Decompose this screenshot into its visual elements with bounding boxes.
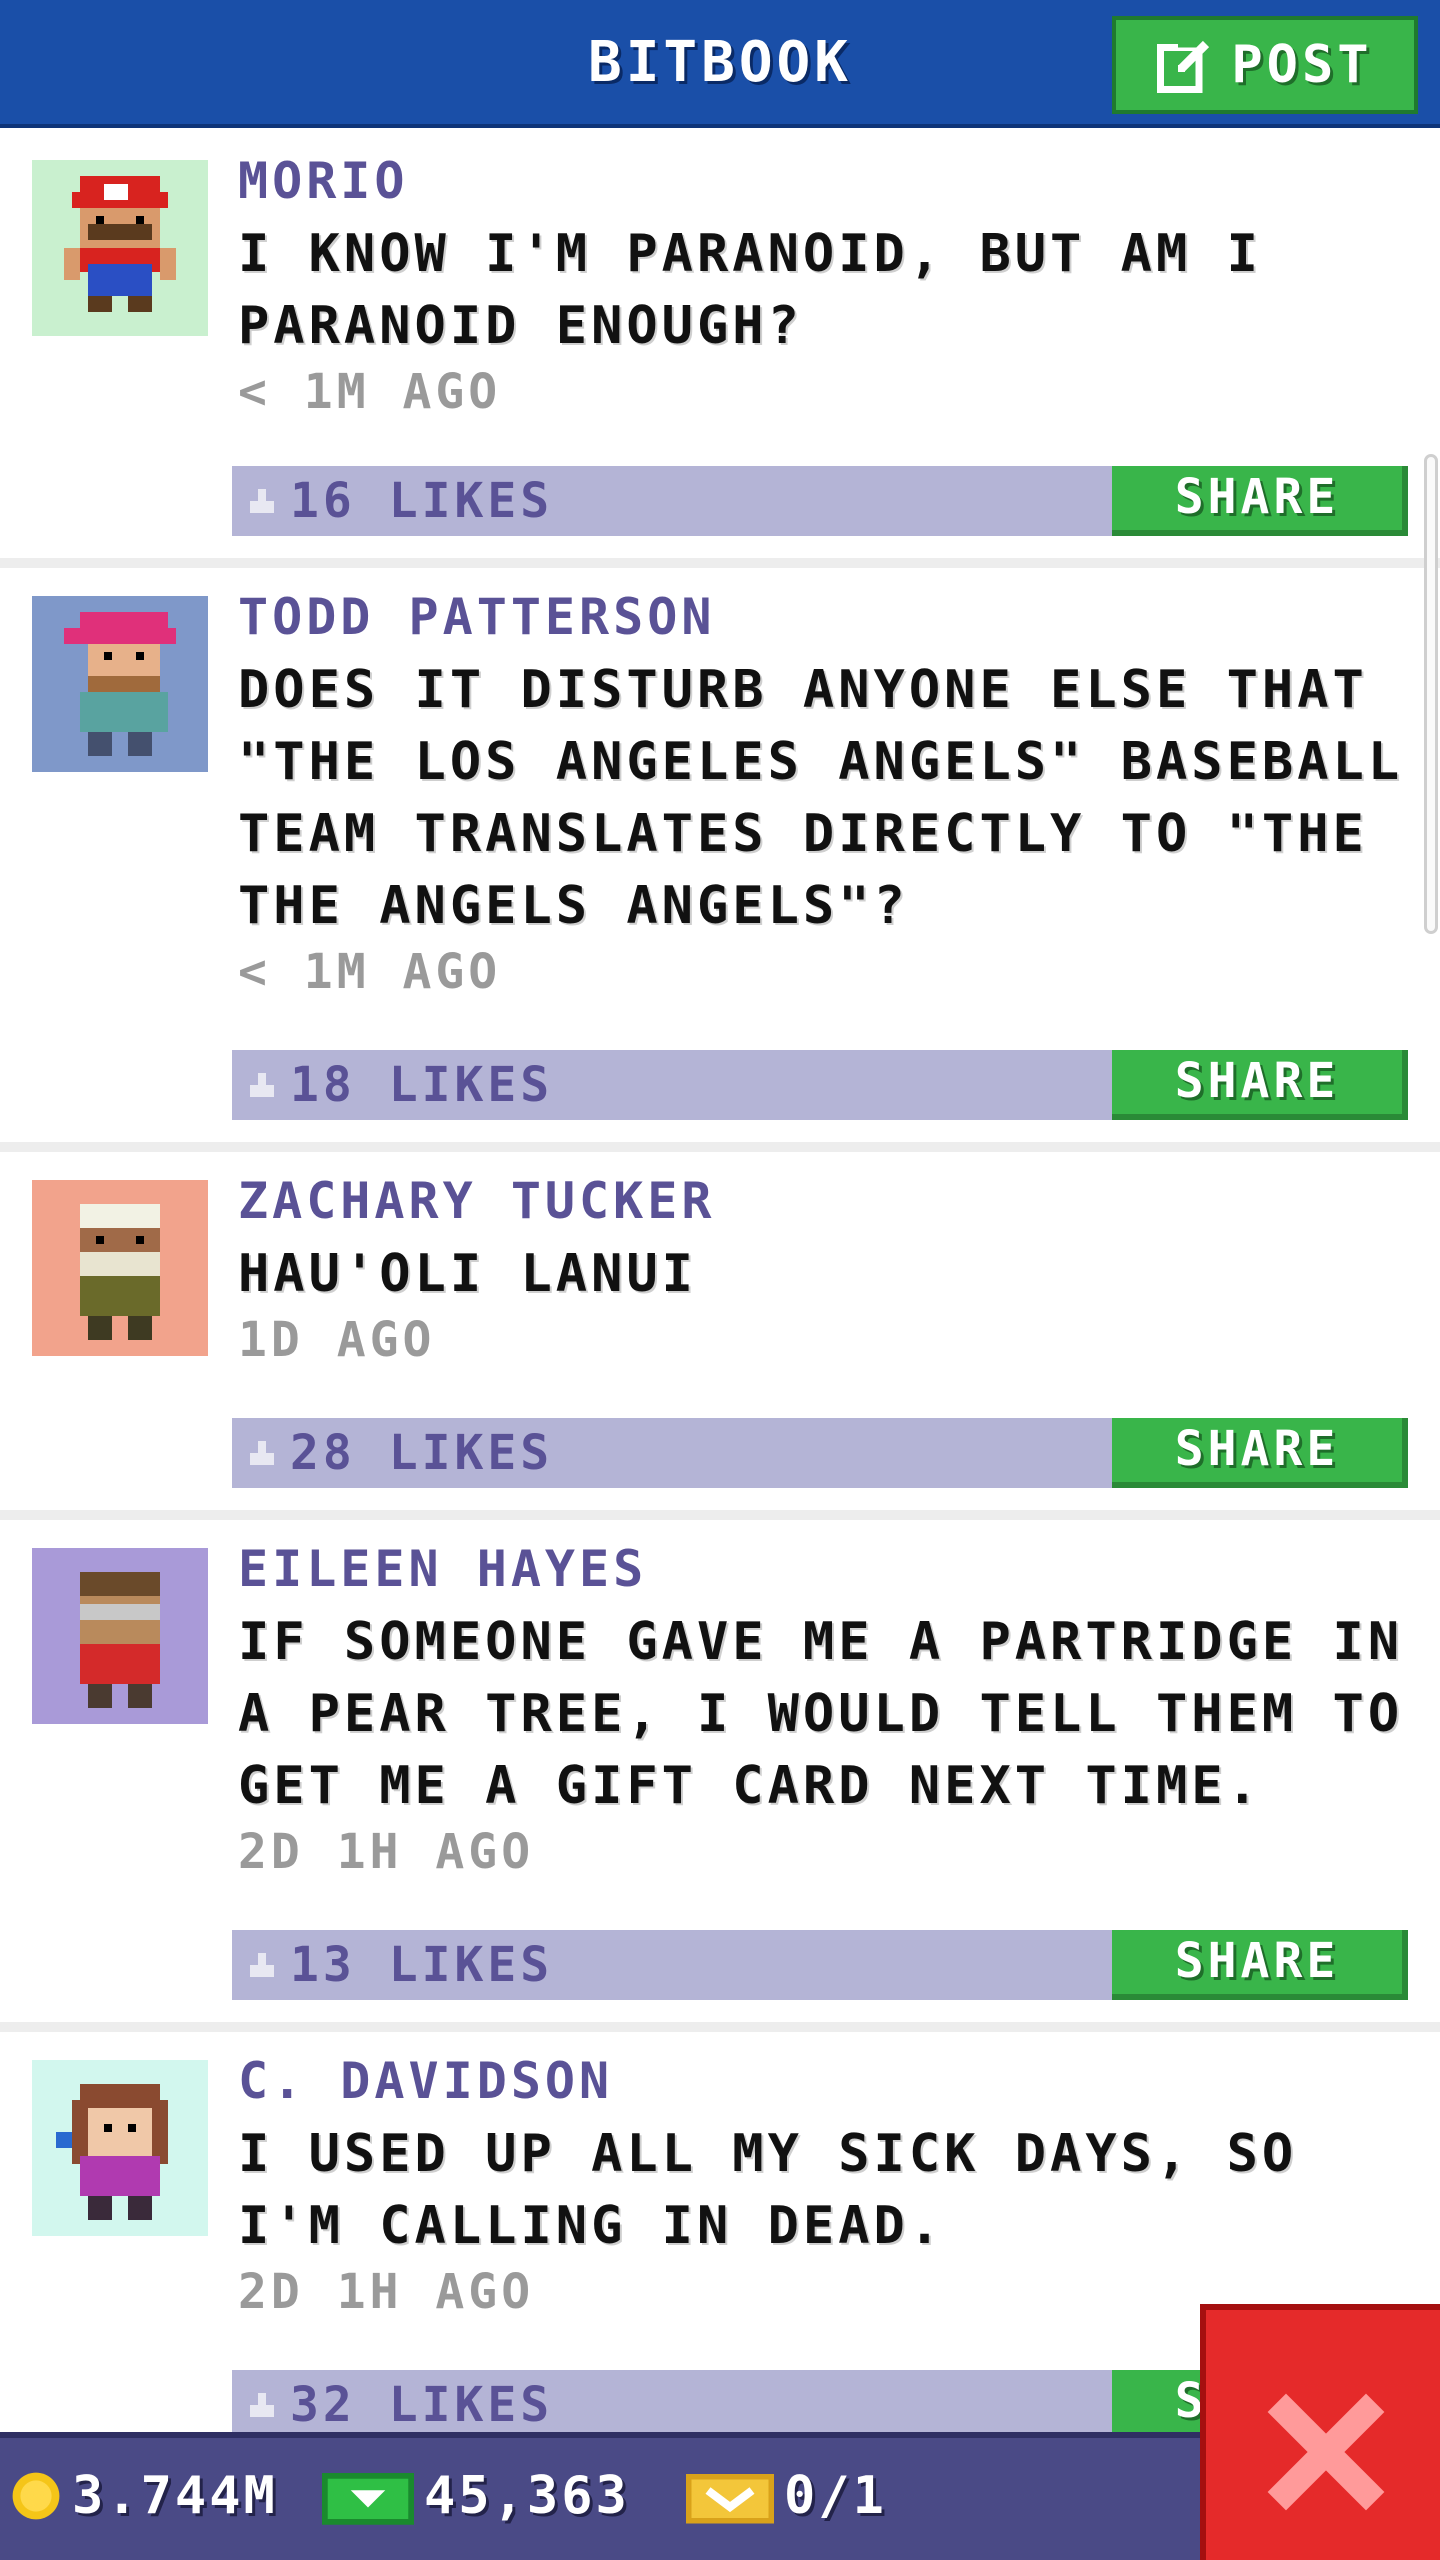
avatar[interactable] [32,1548,208,1724]
likes-bar: 18 LIKES SHARE [232,1050,1408,1120]
post-author[interactable]: C. DAVIDSON [238,2052,613,2110]
likes-count: 13 LIKES [290,1937,554,1993]
like-icon [250,1073,274,1097]
feed-post: MORIO I KNOW I'M PARANOID, BUT AM I PARA… [0,132,1440,568]
coin-icon [12,2472,60,2520]
tickets-value: 0/1 [784,2466,887,2526]
likes-bar: 28 LIKES SHARE [232,1418,1408,1488]
like-button[interactable]: 16 LIKES [246,472,553,530]
like-icon [250,1441,274,1465]
post-author[interactable]: ZACHARY TUCKER [238,1172,715,1230]
share-button[interactable]: SHARE [1112,1418,1408,1488]
post-time: 2D 1H AGO [238,1824,535,1880]
like-icon [250,489,274,513]
scrollbar[interactable] [1424,454,1438,934]
feed-list[interactable]: MORIO I KNOW I'M PARANOID, BUT AM I PARA… [0,132,1440,2432]
likes-count: 32 LIKES [290,2377,554,2432]
avatar[interactable] [32,2060,208,2236]
likes-bar: 13 LIKES SHARE [232,1930,1408,2000]
likes-bar: 16 LIKES SHARE [232,466,1408,536]
post-text: IF SOMEONE GAVE ME A PARTRIDGE IN A PEAR… [238,1612,1404,1816]
close-icon [1267,2393,1385,2511]
coins-stat: 3.744M [10,2466,278,2526]
share-button[interactable]: SHARE [1112,1050,1408,1120]
like-icon [250,1953,274,1977]
like-button[interactable]: 13 LIKES [246,1936,553,1994]
like-button[interactable]: 18 LIKES [246,1056,553,1114]
avatar-zachary [32,1180,208,1356]
avatar-eileen [32,1548,208,1724]
post-time: 1D AGO [238,1312,436,1368]
share-button[interactable]: SHARE [1112,1930,1408,2000]
post-author[interactable]: EILEEN HAYES [238,1540,647,1598]
post-author[interactable]: MORIO [238,152,409,210]
tickets-stat: 0/1 [686,2466,887,2526]
post-time: < 1M AGO [238,364,502,420]
cash-icon [322,2473,414,2525]
post-button-label: POST [1231,35,1373,95]
edit-icon [1157,40,1210,93]
ticket-icon [686,2474,774,2524]
avatar-morio [32,160,208,336]
post-text: I USED UP ALL MY SICK DAYS, SO I'M CALLI… [238,2124,1298,2256]
cash-value: 45,363 [424,2466,630,2526]
post-time: < 1M AGO [238,944,502,1000]
likes-count: 18 LIKES [290,1057,554,1113]
coins-value: 3.744M [72,2466,278,2526]
likes-count: 16 LIKES [290,473,554,529]
feed-post: TODD PATTERSON DOES IT DISTURB ANYONE EL… [0,568,1440,1152]
cash-stat: 45,363 [322,2466,630,2526]
post-text: I KNOW I'M PARANOID, BUT AM I PARANOID E… [238,224,1262,356]
avatar-todd [32,596,208,772]
avatar[interactable] [32,160,208,336]
likes-count: 28 LIKES [290,1425,554,1481]
feed-post: ZACHARY TUCKER HAU'OLI LANUI 1D AGO 28 L… [0,1152,1440,1520]
share-button[interactable]: SHARE [1112,466,1408,536]
like-icon [250,2393,274,2417]
top-bar: BITBOOK POST [0,0,1440,128]
post-text: DOES IT DISTURB ANYONE ELSE THAT "THE LO… [238,660,1404,936]
post-button[interactable]: POST [1112,16,1418,114]
post-text: HAU'OLI LANUI [238,1244,697,1304]
feed-post: EILEEN HAYES IF SOMEONE GAVE ME A PARTRI… [0,1520,1440,2032]
like-button[interactable]: 32 LIKES [246,2376,553,2432]
post-time: 2D 1H AGO [238,2264,535,2320]
close-button[interactable] [1200,2304,1440,2560]
avatar-c-davidson [32,2060,208,2236]
like-button[interactable]: 28 LIKES [246,1424,553,1482]
post-author[interactable]: TODD PATTERSON [238,588,715,646]
avatar[interactable] [32,596,208,772]
avatar[interactable] [32,1180,208,1356]
